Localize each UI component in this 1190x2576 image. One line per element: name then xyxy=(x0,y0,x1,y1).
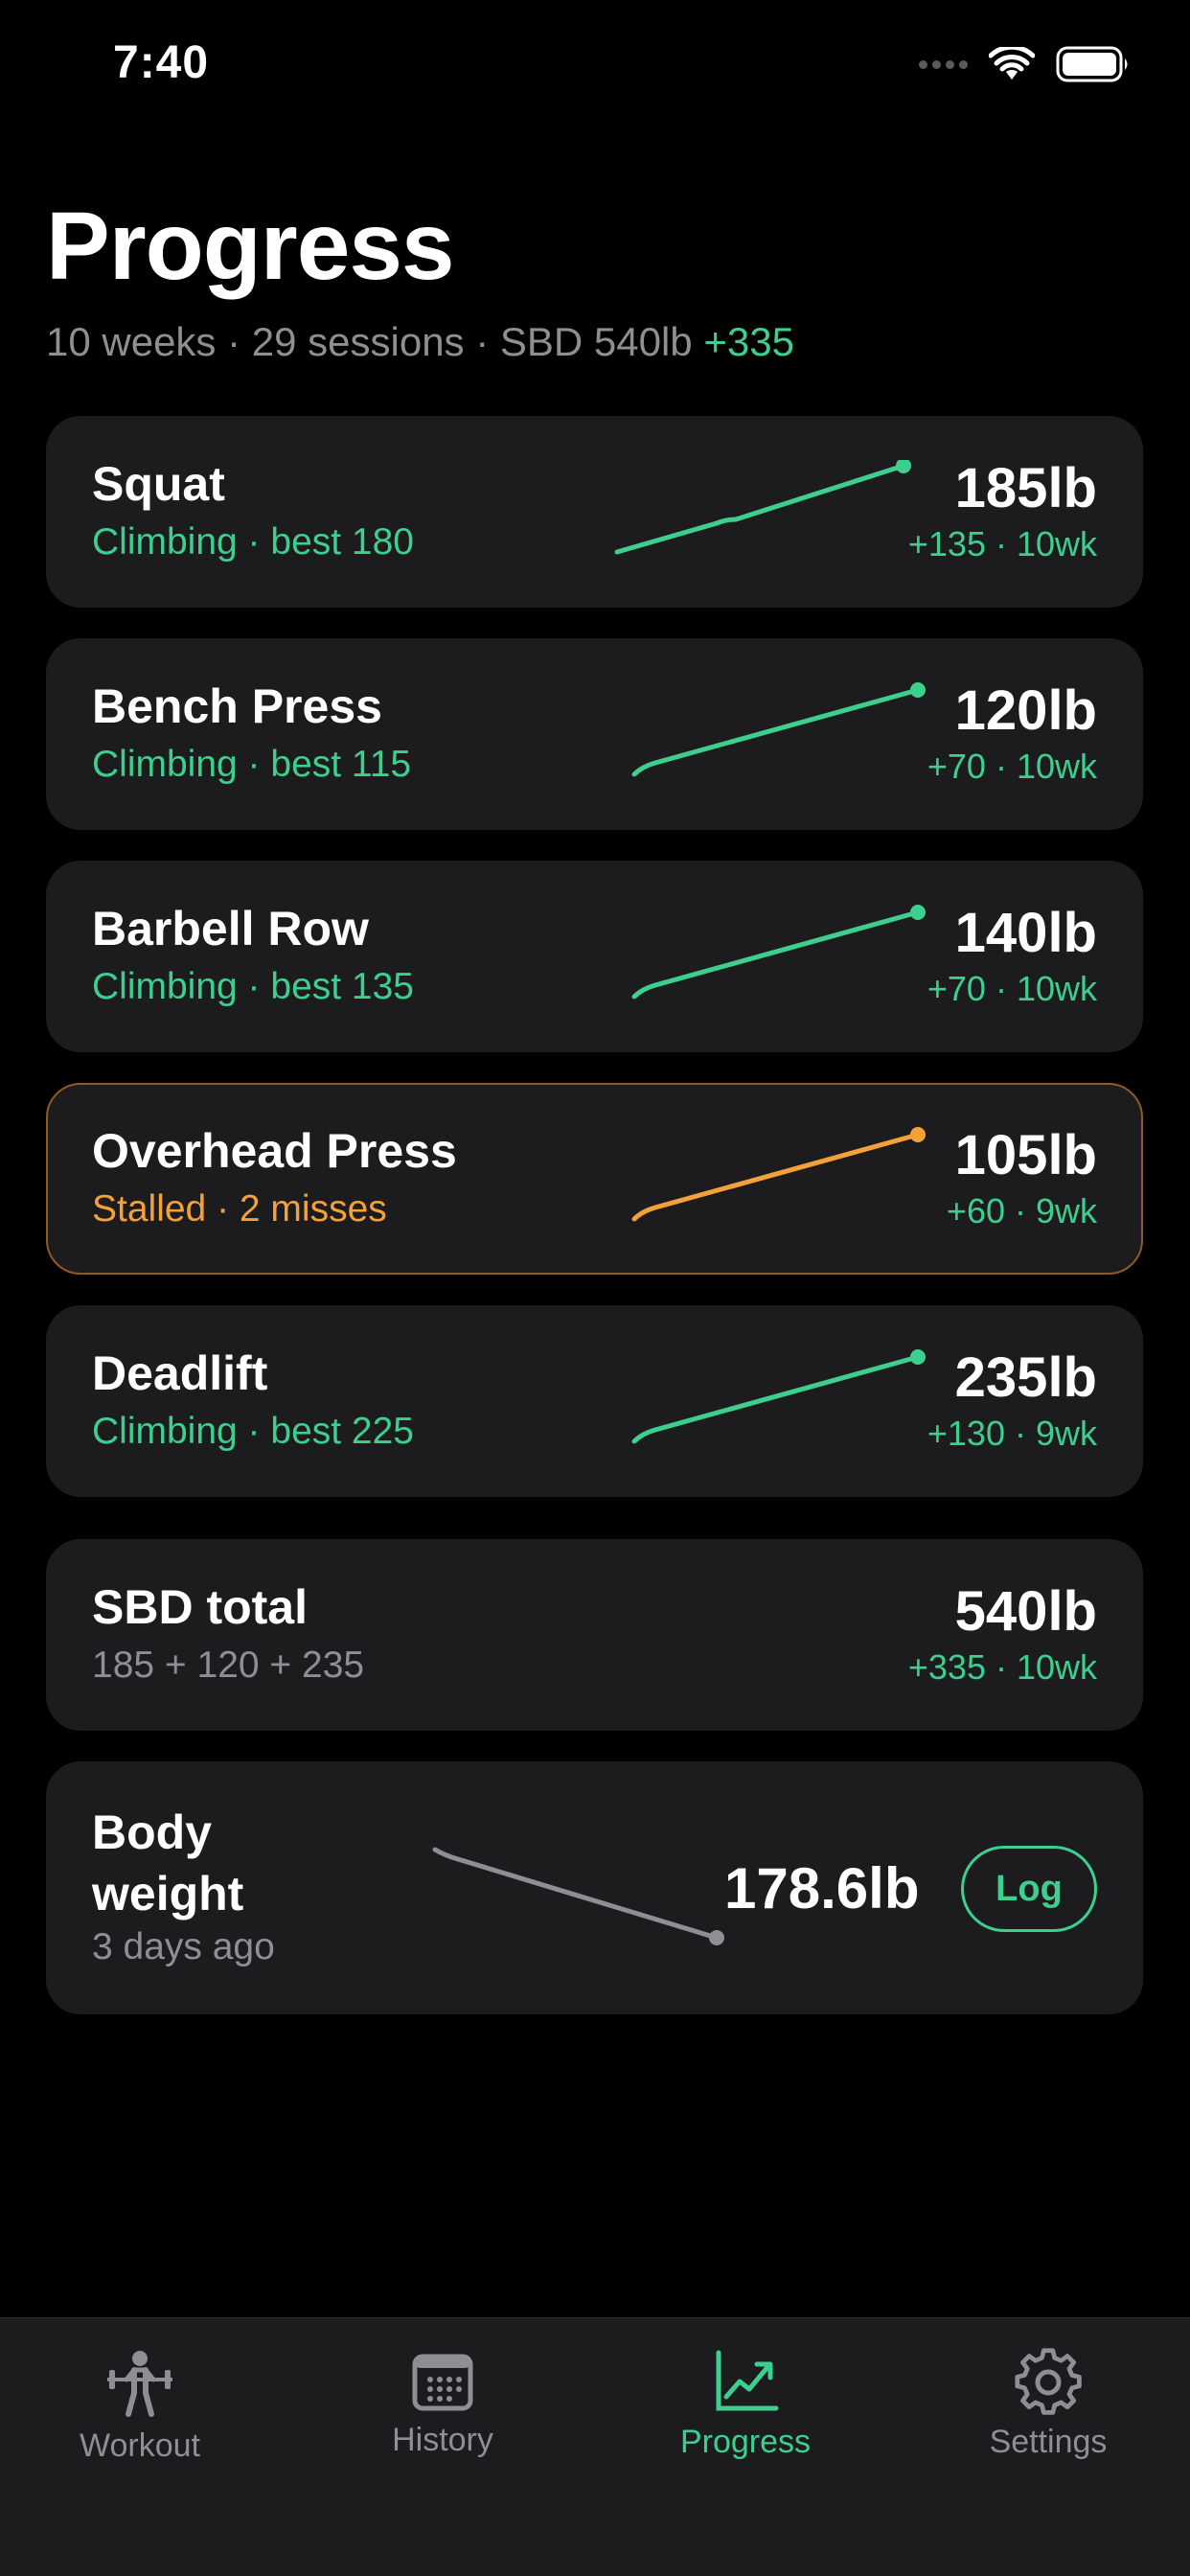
lift-card-bench-press[interactable]: Bench Press Climbing · best 115 120lb +7… xyxy=(46,638,1143,830)
tab-history[interactable]: History xyxy=(337,2347,548,2459)
body-weight-last-logged: 3 days ago xyxy=(92,1926,275,1967)
lift-delta: +70 · 10wk xyxy=(927,747,1097,786)
sbd-total-value: 540lb xyxy=(954,1580,1097,1643)
tab-settings[interactable]: Settings xyxy=(943,2347,1154,2461)
lift-status: Climbing · best 225 xyxy=(92,1411,414,1452)
lift-status: Climbing · best 115 xyxy=(92,744,412,785)
sparkline-body-weight xyxy=(432,1847,724,1945)
sbd-total-card: SBD total 185 + 120 + 235 540lb +335 · 1… xyxy=(46,1539,1143,1731)
progress-summary: 10 weeks · 29 sessions · SBD 540lb +335 xyxy=(46,319,794,365)
tab-label: Workout xyxy=(80,2427,200,2464)
cellular-signal-icon xyxy=(919,59,968,69)
page-title: Progress xyxy=(46,193,455,300)
gear-icon xyxy=(1015,2348,1082,2415)
tab-bar: Workout History Progress Settings xyxy=(0,2317,1190,2576)
tab-progress[interactable]: Progress xyxy=(640,2347,851,2461)
lift-card-barbell-row[interactable]: Barbell Row Climbing · best 135 140lb +7… xyxy=(46,861,1143,1052)
body-weight-label: Body weight xyxy=(92,1806,244,1920)
lift-delta: +70 · 10wk xyxy=(927,969,1097,1008)
lift-status: Climbing · best 180 xyxy=(92,521,414,563)
lift-weight: 140lb xyxy=(954,902,1097,964)
sparkline-barbell-row xyxy=(631,905,926,1000)
lift-name: Squat xyxy=(92,457,225,511)
battery-icon xyxy=(1056,46,1128,82)
tab-label: History xyxy=(392,2422,493,2458)
lift-status: Stalled · 2 misses xyxy=(92,1188,387,1230)
body-weight-card[interactable]: Body weight 3 days ago 178.6lb Log xyxy=(46,1761,1143,2014)
calendar-icon xyxy=(412,2354,473,2411)
tab-workout[interactable]: Workout xyxy=(34,2347,245,2465)
chart-trend-icon xyxy=(716,2350,779,2411)
lift-name: Deadlift xyxy=(92,1346,268,1400)
sbd-total-delta: +335 · 10wk xyxy=(907,1647,1097,1687)
lift-weight: 105lb xyxy=(954,1124,1097,1186)
lift-weight: 185lb xyxy=(954,457,1097,519)
lift-name: Barbell Row xyxy=(92,902,369,955)
lift-delta: +130 · 9wk xyxy=(927,1414,1097,1453)
weightlifter-icon xyxy=(107,2351,172,2417)
lift-weight: 235lb xyxy=(954,1346,1097,1409)
lift-weight: 120lb xyxy=(954,679,1097,742)
sbd-total-label: SBD total xyxy=(92,1580,308,1634)
lift-card-deadlift[interactable]: Deadlift Climbing · best 225 235lb +130 … xyxy=(46,1305,1143,1497)
sbd-total-formula: 185 + 120 + 235 xyxy=(92,1644,365,1686)
status-time: 7:40 xyxy=(113,37,210,88)
lift-delta: +135 · 10wk xyxy=(907,524,1097,564)
lift-delta: +60 · 9wk xyxy=(946,1191,1097,1230)
lift-status: Climbing · best 135 xyxy=(92,966,414,1007)
lift-card-overhead-press[interactable]: Overhead Press Stalled · 2 misses 105lb … xyxy=(46,1083,1143,1275)
status-bar: 7:40 xyxy=(0,0,1190,134)
log-body-weight-button[interactable]: Log xyxy=(961,1846,1097,1932)
sparkline-bench-press xyxy=(631,682,926,777)
body-weight-value: 178.6lb xyxy=(724,1856,920,1920)
sparkline-overhead-press xyxy=(631,1127,926,1222)
summary-gain: +335 xyxy=(703,319,794,364)
lift-name: Bench Press xyxy=(92,679,382,733)
tab-label: Progress xyxy=(679,2424,812,2460)
lift-card-squat[interactable]: Squat Climbing · best 180 185lb +135 · 1… xyxy=(46,416,1143,608)
sparkline-squat xyxy=(614,460,911,555)
status-icons xyxy=(919,46,1131,82)
lift-name: Overhead Press xyxy=(92,1124,457,1178)
wifi-icon xyxy=(989,47,1035,80)
tab-label: Settings xyxy=(989,2424,1108,2460)
sparkline-deadlift xyxy=(631,1349,926,1444)
summary-text: 10 weeks · 29 sessions · SBD 540lb xyxy=(46,319,693,364)
